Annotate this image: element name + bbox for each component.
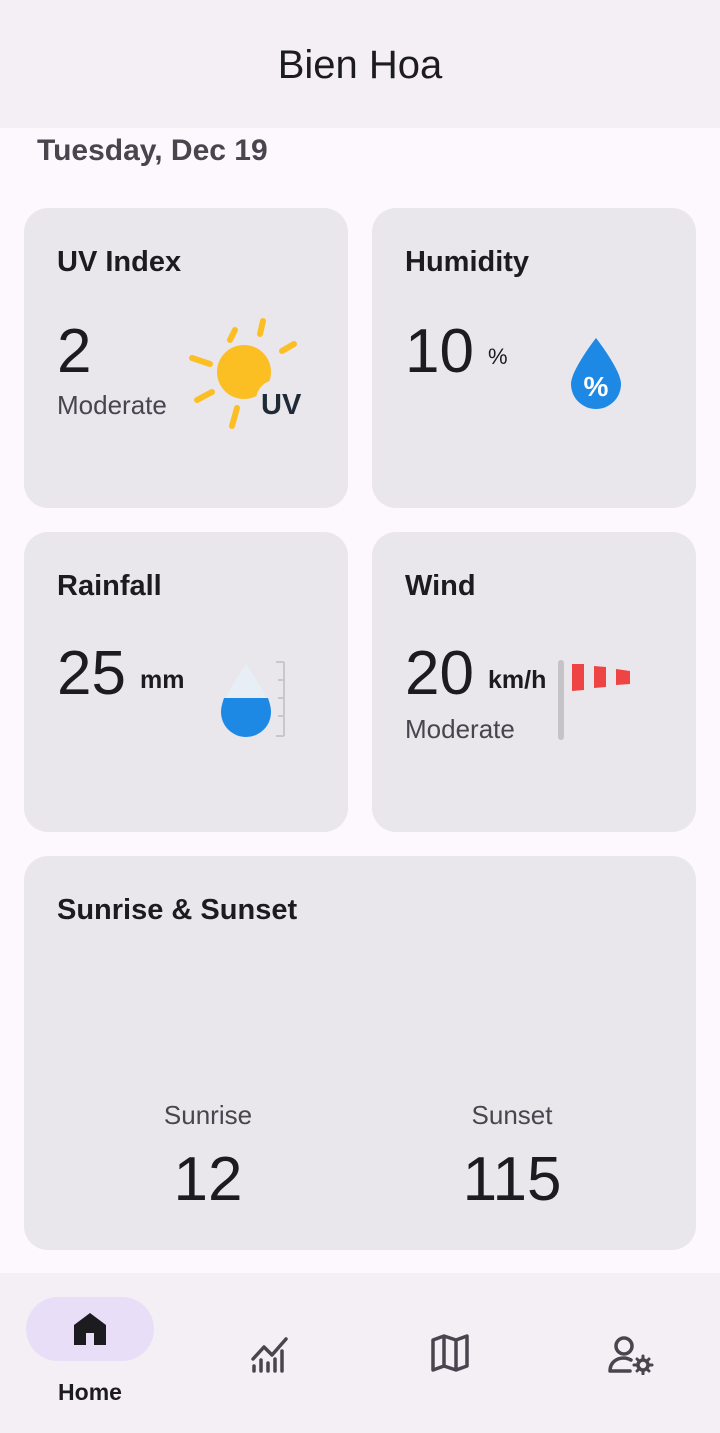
uv-index-value: 2 <box>57 317 92 386</box>
wind-value: 20 <box>405 639 474 708</box>
nav-item-map[interactable] <box>360 1273 540 1433</box>
sunset-value: 115 <box>462 1145 562 1214</box>
nav-label-home: Home <box>58 1379 122 1405</box>
sunrise-value: 12 <box>173 1145 243 1214</box>
chart-icon <box>251 1337 288 1373</box>
map-icon <box>431 1334 469 1372</box>
uv-index-card[interactable]: UV Index 2 Moderate UV <box>24 208 348 508</box>
sunrise-label: Sunrise <box>163 1100 253 1130</box>
nav-item-chart[interactable] <box>180 1273 360 1433</box>
nav-item-home[interactable]: Home <box>0 1273 180 1433</box>
humidity-label: Humidity <box>405 246 530 278</box>
humidity-card[interactable]: Humidity 10 % % <box>372 208 696 508</box>
nav-item-user-settings[interactable] <box>540 1273 720 1433</box>
top-app-bar: Bien Hoa <box>0 0 720 128</box>
sunrise-sunset-card[interactable]: Sunrise & Sunset Sunrise 12 Sunset 115 <box>24 856 696 1250</box>
uv-sun-icon: UV <box>189 318 302 429</box>
rainfall-label: Rainfall <box>57 570 162 602</box>
bottom-navigation-bar: Home <box>0 1273 720 1433</box>
wind-level: Moderate <box>405 714 515 744</box>
rain-gauge-icon <box>221 661 285 737</box>
wind-label: Wind <box>405 570 476 602</box>
svg-text:UV: UV <box>261 389 302 421</box>
windsock-icon <box>558 660 630 740</box>
user-settings-icon <box>608 1336 654 1375</box>
date-label: Tuesday, Dec 19 <box>37 134 268 167</box>
humidity-drop-icon: % <box>571 338 621 409</box>
rainfall-card[interactable]: Rainfall 25 mm <box>24 532 348 832</box>
sunset-label: Sunset <box>471 1100 553 1130</box>
city-title: Bien Hoa <box>277 42 443 87</box>
rainfall-value: 25 <box>57 639 126 708</box>
uv-index-label: UV Index <box>57 246 182 278</box>
wind-card[interactable]: Wind 20 km/h Moderate <box>372 532 696 832</box>
sunrise-sunset-label: Sunrise & Sunset <box>57 894 298 926</box>
uv-index-level: Moderate <box>57 390 167 420</box>
home-icon <box>74 1313 106 1345</box>
humidity-unit: % <box>488 344 508 369</box>
wind-unit: km/h <box>488 666 547 694</box>
humidity-value: 10 <box>405 317 474 386</box>
svg-text:%: % <box>584 371 609 402</box>
rainfall-unit: mm <box>140 666 185 694</box>
